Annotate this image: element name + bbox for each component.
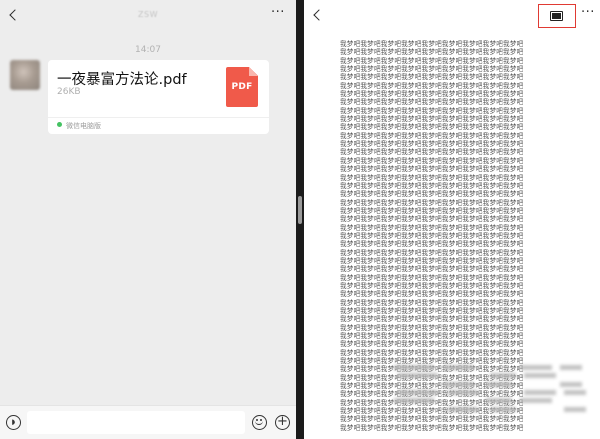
blurred-text-strip	[448, 390, 478, 396]
avatar[interactable]	[10, 60, 40, 90]
file-size: 26KB	[57, 87, 81, 97]
chat-header: ZSW ···	[0, 0, 296, 32]
file-name: 一夜暴富方法论.pdf	[57, 72, 187, 88]
voice-input-icon[interactable]: ◗	[6, 415, 21, 430]
blurred-text-strip	[490, 406, 516, 412]
source-status-icon	[57, 122, 62, 127]
blurred-text-strip	[394, 365, 434, 370]
viewer-header: ···	[304, 0, 600, 32]
document-viewer-panel: ··· 我梦吧我梦吧我梦吧我梦吧我梦吧我梦吧我梦吧我梦吧我梦吧 我梦吧我梦吧我梦…	[304, 0, 600, 439]
chat-panel: ZSW ··· 14:07 一夜暴富方法论.pdf 26KB PDF 微信电脑版…	[0, 0, 296, 439]
blurred-text-strip	[486, 398, 512, 404]
blurred-text-strip	[394, 398, 434, 404]
blurred-text-strip	[564, 390, 586, 396]
blurred-text-strip	[520, 365, 552, 370]
split-drag-handle[interactable]	[298, 196, 302, 224]
chat-title: ZSW	[138, 10, 158, 19]
more-options-icon[interactable]: ···	[581, 6, 595, 19]
split-view-divider	[296, 0, 304, 439]
file-source-label: 微信电脑版	[66, 122, 101, 130]
blurred-text-strip	[486, 381, 512, 387]
blurred-text-strip	[520, 398, 552, 404]
more-options-icon[interactable]: ···	[271, 6, 285, 19]
back-icon[interactable]	[312, 9, 324, 21]
pdf-file-icon: PDF	[226, 67, 258, 107]
file-message-card[interactable]: 一夜暴富方法论.pdf 26KB PDF 微信电脑版	[48, 60, 269, 134]
blurred-text-strip	[398, 373, 438, 379]
message-timestamp: 14:07	[135, 45, 161, 55]
pdf-icon-label: PDF	[231, 82, 253, 92]
message-input[interactable]	[27, 411, 245, 434]
card-divider	[48, 117, 269, 118]
document-body-text: 我梦吧我梦吧我梦吧我梦吧我梦吧我梦吧我梦吧我梦吧我梦吧 我梦吧我梦吧我梦吧我梦吧…	[340, 40, 524, 432]
blurred-text-strip	[560, 381, 582, 387]
chat-input-bar: ◗ +	[0, 405, 296, 439]
blurred-text-strip	[524, 390, 556, 396]
blurred-text-strip	[398, 390, 438, 396]
fullscreen-icon	[550, 11, 563, 21]
blurred-text-strip	[524, 373, 556, 379]
blurred-text-strip	[444, 365, 474, 370]
blurred-text-strip	[490, 373, 516, 379]
blurred-text-strip	[560, 365, 582, 370]
fullscreen-button[interactable]	[538, 4, 576, 28]
add-attachment-icon[interactable]: +	[275, 415, 290, 430]
blurred-text-strip	[564, 406, 586, 412]
blurred-text-strip	[444, 381, 474, 387]
emoji-icon[interactable]	[252, 415, 267, 430]
blurred-text-strip	[448, 406, 478, 412]
